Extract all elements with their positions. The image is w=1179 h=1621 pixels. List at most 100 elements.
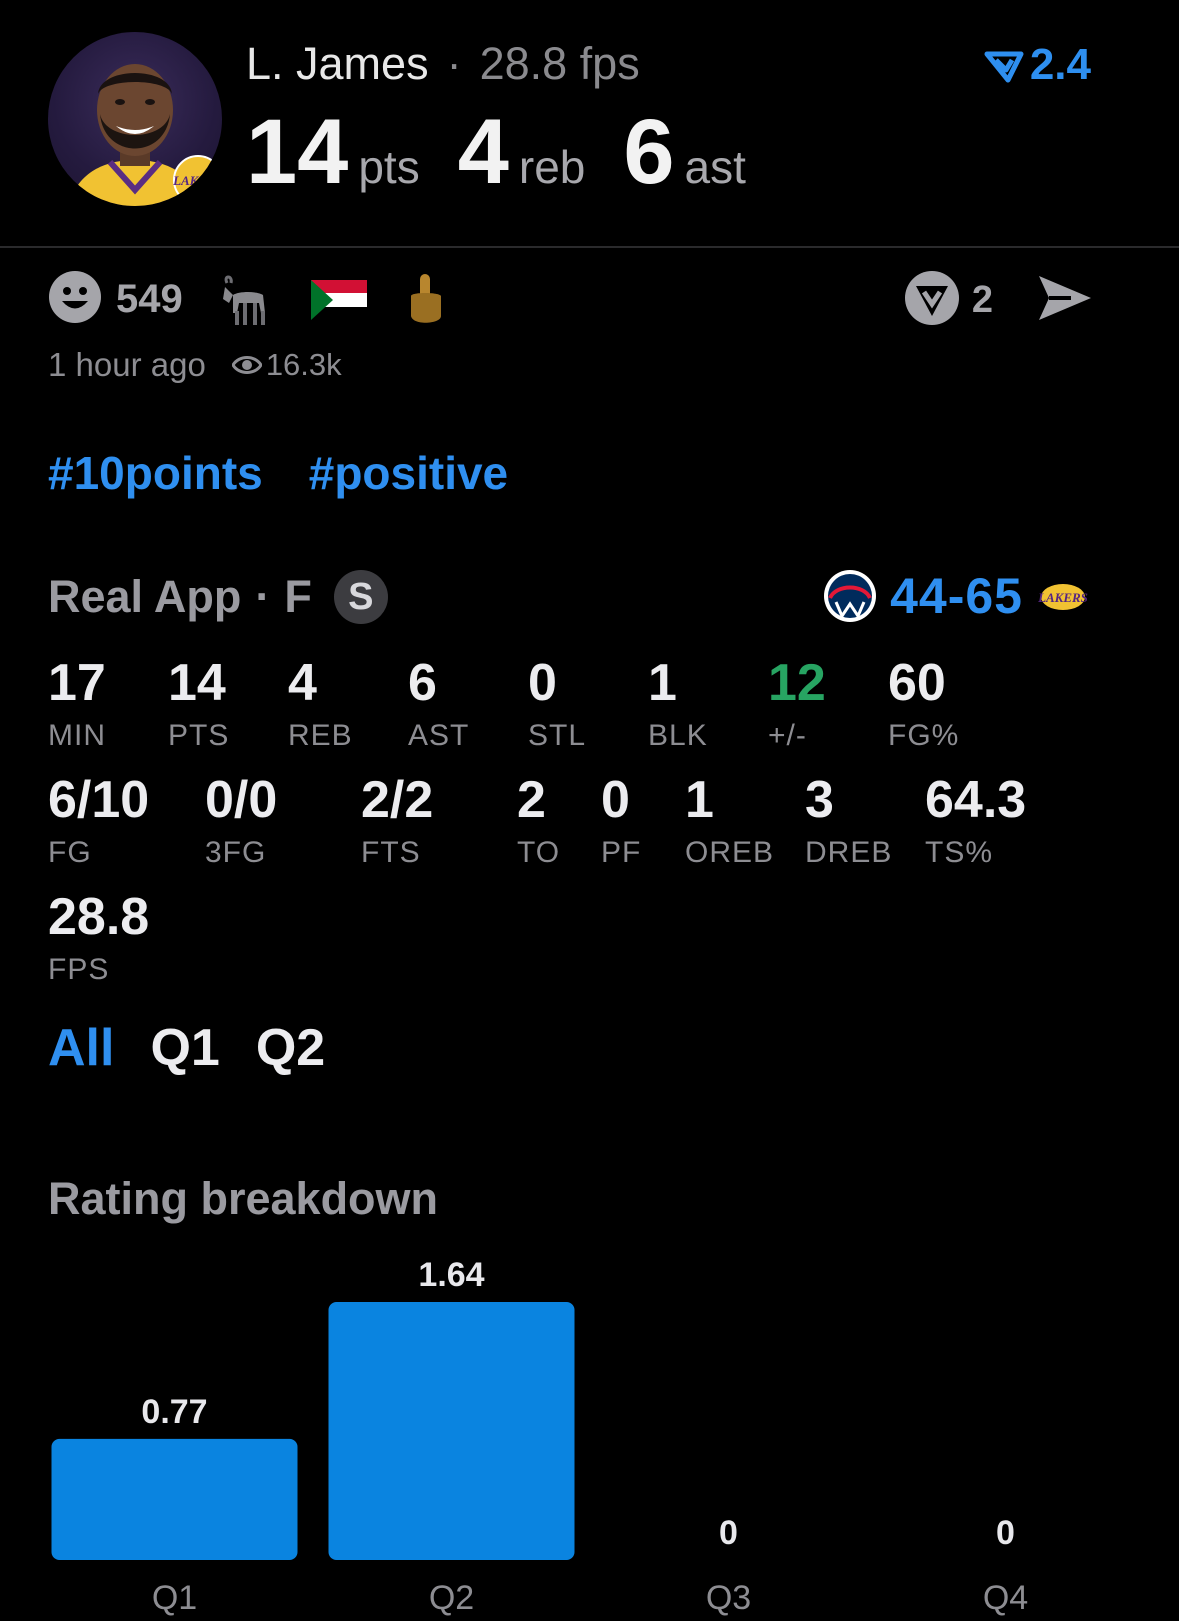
s-badge: S (333, 570, 388, 624)
player-avatar[interactable]: LAKERS (48, 32, 222, 206)
stat-label: AST (408, 719, 470, 752)
send-icon[interactable] (1037, 274, 1093, 327)
stat-value: 2/2 (361, 771, 434, 829)
stat-value: 0/0 (205, 771, 278, 829)
ast-label: ast (684, 141, 746, 193)
game-source: Real App · F S (48, 570, 388, 624)
separator: · (446, 38, 462, 89)
hand-gesture-icon[interactable] (403, 272, 447, 328)
stat-ts-pct: 64.3 TS% (925, 774, 1026, 870)
stat-value: 6 (408, 654, 437, 712)
stat-label: TS% (925, 836, 994, 869)
stat-value: 2 (517, 771, 546, 829)
player-name[interactable]: L. James (246, 38, 429, 89)
stat-value: 1 (648, 654, 677, 712)
stat-plus-minus: 12 +/- (768, 657, 826, 753)
stat-pf: 0 PF (601, 774, 641, 870)
rating-breakdown-chart: 0.77 Q1 1.64 Q2 0 Q3 0 Q4 (51, 1256, 1028, 1617)
hashtags: #10points #positive (48, 446, 554, 500)
stat-stl: 0 STL (528, 657, 586, 753)
stat-label: FG% (888, 719, 960, 752)
stat-fts: 2/2 FTS (361, 774, 433, 870)
stat-value: 17 (48, 654, 106, 712)
stat-value: 60 (888, 654, 946, 712)
svg-text:LAKERS: LAKERS (172, 173, 222, 188)
rating-arrow-icon (984, 51, 1024, 83)
bar-q2[interactable] (328, 1302, 575, 1560)
stat-line: 14 pts 4 reb 6 ast (246, 100, 784, 205)
stat-label: DREB (805, 836, 893, 869)
stat-ast: 6 AST (408, 657, 469, 753)
stat-label: +/- (768, 719, 807, 752)
stat-min: 17 MIN (48, 657, 106, 753)
stat-label: 3FG (205, 836, 267, 869)
pts-label: pts (358, 141, 420, 193)
category-label: Q1 (152, 1579, 197, 1617)
stat-oreb: 1 OREB (685, 774, 774, 870)
stat-fg: 6/10 FG (48, 774, 149, 870)
vote-icon[interactable] (904, 270, 960, 331)
player-avatar-image: LAKERS (68, 64, 222, 206)
source-name: Real App (48, 571, 242, 622)
svg-text:LAKERS: LAKERS (1037, 590, 1088, 605)
time-ago: 1 hour ago (48, 346, 206, 383)
stat-value: 1 (685, 771, 714, 829)
score-text: 44-65 (890, 568, 1023, 624)
stat-label: PTS (168, 719, 230, 752)
stat-pts: 14 PTS (168, 657, 229, 753)
stat-value: 6/10 (48, 771, 150, 829)
stat-value: 28.8 (48, 888, 150, 946)
bar-value-label: 0 (719, 1514, 738, 1552)
stat-blk: 1 BLK (648, 657, 708, 753)
vote-count: 2 (971, 279, 993, 321)
bar-value-label: 0 (996, 1514, 1015, 1552)
stat-value: 3 (805, 771, 834, 829)
goat-icon[interactable] (219, 273, 275, 327)
stat-label: TO (517, 836, 561, 869)
filter-q1[interactable]: Q1 (150, 1019, 219, 1077)
stat-fg-pct: 60 FG% (888, 657, 959, 753)
reaction-count: 549 (116, 277, 183, 321)
game-score[interactable]: 44-65 LAKERS (822, 567, 1091, 625)
stat-label: BLK (648, 719, 708, 752)
bar-value-label: 1.64 (418, 1256, 484, 1294)
stat-3fg: 0/0 3FG (205, 774, 277, 870)
stat-value: 12 (768, 654, 826, 712)
stat-label: REB (288, 719, 353, 752)
stat-label: PF (601, 836, 642, 869)
stat-to: 2 TO (517, 774, 560, 870)
hashtag[interactable]: #10points (48, 447, 263, 499)
stat-value: 64.3 (925, 771, 1027, 829)
eye-icon (231, 356, 262, 374)
stat-label: STL (528, 719, 587, 752)
stat-dreb: 3 DREB (805, 774, 892, 870)
category-label: Q4 (983, 1579, 1028, 1617)
stat-fps: 28.8 FPS (48, 891, 149, 987)
post-meta: 1 hour ago 16.3k (48, 346, 342, 384)
bar-q1[interactable] (51, 1438, 298, 1560)
rating-badge[interactable]: 2.4 (984, 40, 1091, 90)
player-name-line: L. James · 28.8 fps (246, 38, 640, 90)
views: 16.3k (231, 347, 342, 383)
stat-value: 4 (288, 654, 317, 712)
filter-q2[interactable]: Q2 (256, 1019, 325, 1077)
views-count: 16.3k (265, 347, 342, 382)
hashtag[interactable]: #positive (309, 447, 508, 499)
smile-icon[interactable] (48, 270, 102, 329)
lakers-logo-icon: LAKERS (1037, 584, 1088, 610)
fps-text: 28.8 fps (479, 38, 640, 89)
pts-value: 14 (246, 101, 349, 203)
stat-label: FPS (48, 953, 110, 986)
filter-all[interactable]: All (48, 1019, 114, 1077)
stat-label: FTS (361, 836, 421, 869)
rating-value: 2.4 (1029, 40, 1091, 89)
separator: · (255, 571, 271, 622)
category-label: Q2 (429, 1579, 474, 1617)
ast-value: 6 (623, 101, 675, 203)
stat-label: FG (48, 836, 92, 869)
flag-icon[interactable] (310, 279, 367, 320)
category-label: Q3 (706, 1579, 751, 1617)
stat-value: 14 (168, 654, 226, 712)
bar-value-label: 0.77 (141, 1393, 207, 1431)
game-status: F (284, 571, 312, 622)
